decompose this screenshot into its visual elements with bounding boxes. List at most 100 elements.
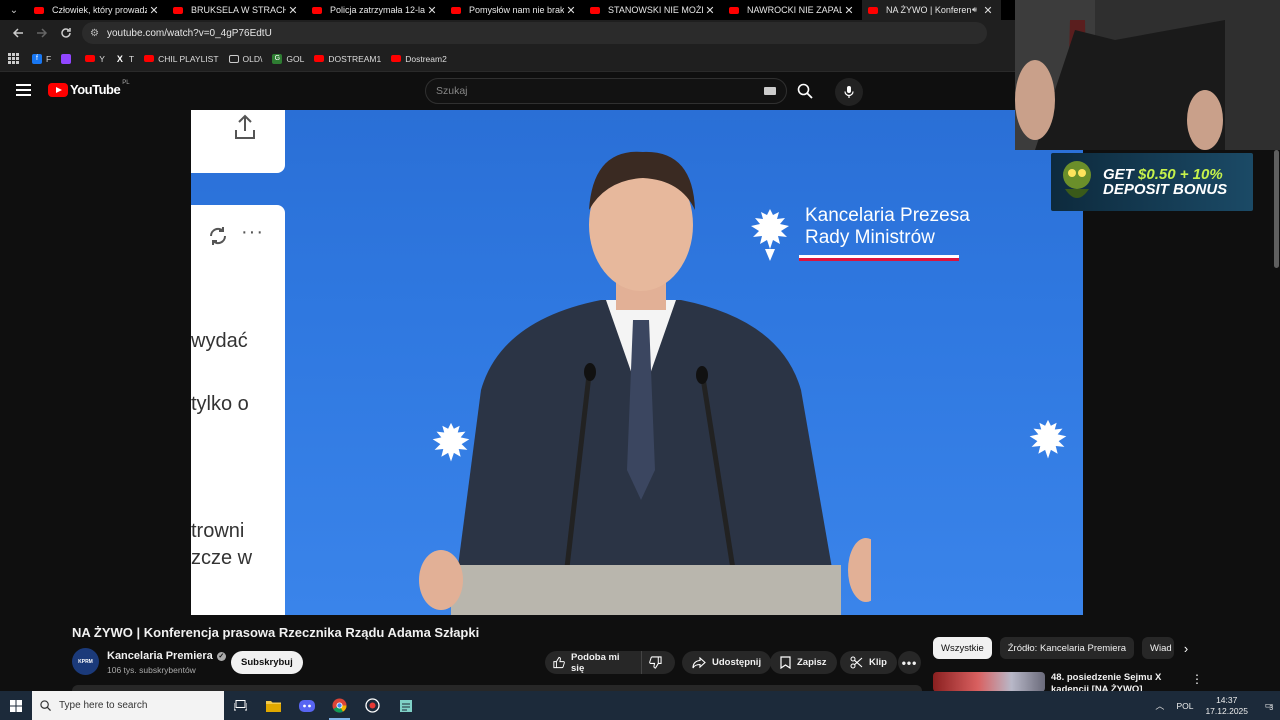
bookmark-dostream1[interactable]: DOSTREAM1: [314, 49, 381, 69]
clip-button[interactable]: Klip: [840, 651, 897, 674]
search-input[interactable]: Szukaj: [425, 78, 787, 104]
tab-close-icon[interactable]: ✕: [703, 4, 717, 17]
video-player[interactable]: ··· wydać tylko o trowni zcze w Kancelar…: [191, 110, 1083, 615]
microphone-icon: [844, 86, 854, 98]
bookmark-facebook[interactable]: fF: [32, 49, 51, 69]
more-vertical-icon[interactable]: ⋮: [1191, 672, 1203, 686]
youtube-logo[interactable]: YouTube PL: [48, 80, 130, 97]
youtube-icon: [85, 55, 96, 62]
youtube-masthead: YouTube PL Szukaj: [0, 73, 1015, 110]
youtube-play-icon: [48, 82, 68, 97]
voice-search-button[interactable]: [835, 78, 863, 106]
chrome-button[interactable]: [323, 691, 356, 720]
channel-name[interactable]: Kancelaria Premiera ✓: [107, 650, 226, 662]
filter-chips: Wszystkie Źródło: Kancelaria Premiera Wi…: [933, 637, 1182, 659]
back-button[interactable]: [6, 21, 30, 45]
page-scrollbar[interactable]: [1273, 150, 1280, 690]
browser-tab[interactable]: Policja zatrzymała 12-latk ✕: [306, 0, 445, 20]
url-field[interactable]: ⚙︎ youtube.com/watch?v=0_4gP76EdtU: [82, 22, 987, 44]
casino-promo-banner[interactable]: GET $0.50 + 10% DEPOSIT BONUS: [1051, 153, 1253, 211]
bookmark-dostream2[interactable]: Dostream2: [391, 49, 447, 69]
tab-close-icon[interactable]: ✕: [842, 4, 856, 17]
url-text: youtube.com/watch?v=0_4gP76EdtU: [106, 27, 272, 39]
arrow-right-icon: [37, 28, 48, 38]
youtube-favicon-icon: [590, 6, 600, 14]
save-button[interactable]: Zapisz: [770, 651, 837, 674]
notification-center-button[interactable]: ▭ 3: [1258, 691, 1280, 720]
recommended-video[interactable]: 48. posiedzenie Sejmu X kadencji [NA ŻYW…: [933, 670, 1203, 692]
bookmark-folder-old[interactable]: OLD\: [228, 49, 262, 69]
menu-icon[interactable]: [16, 84, 31, 96]
windows-logo-icon: [10, 699, 22, 712]
record-app-button[interactable]: [356, 691, 389, 720]
recommended-video-title[interactable]: 48. posiedzenie Sejmu X kadencji [NA ŻYW…: [1051, 672, 1181, 692]
address-bar: ⚙︎ youtube.com/watch?v=0_4gP76EdtU: [0, 20, 1015, 46]
notes-app-button[interactable]: [389, 691, 422, 720]
chip-all[interactable]: Wszystkie: [933, 637, 992, 659]
taskbar-search-input[interactable]: Type here to search: [32, 691, 224, 720]
video-thumbnail[interactable]: [933, 672, 1045, 692]
subscriber-count: 106 tys. subskrybentów: [107, 665, 196, 675]
youtube-icon: [314, 55, 325, 62]
speaker-figure: [419, 151, 871, 615]
bookmark-x[interactable]: XT: [115, 49, 134, 69]
file-explorer-button[interactable]: [257, 691, 290, 720]
chevron-up-icon[interactable]: ︿: [1155, 699, 1164, 712]
bookmarks-bar: fF Y XT CHIL PLAYLIST OLD\ G GOL DOSTREAM…: [0, 46, 1015, 72]
bookmark-youtube[interactable]: Y: [85, 49, 105, 69]
reload-button[interactable]: [54, 21, 78, 45]
g-icon: G: [272, 53, 283, 64]
bookmark-gol[interactable]: G GOL: [272, 49, 304, 69]
browser-tab[interactable]: BRUKSELA W STRACHU. W ✕: [167, 0, 306, 20]
browser-tab-active[interactable]: NA ŻYWO | Konferen 🔊︎ ✕: [862, 0, 1001, 20]
tab-close-icon[interactable]: ✕: [981, 4, 995, 17]
windows-taskbar: Type here to search ︿ POL 14:37 17.12.20…: [0, 691, 1280, 720]
input-language[interactable]: POL: [1176, 701, 1193, 711]
notification-count: 3: [1269, 705, 1274, 712]
clock[interactable]: 14:37 17.12.2025: [1205, 695, 1248, 717]
browser-tab[interactable]: Pomysłów nam nie braku ✕: [445, 0, 584, 20]
streamer-figure: [1015, 0, 1280, 150]
webcam-overlay: [1015, 0, 1280, 150]
folder-icon: [228, 54, 239, 63]
like-button[interactable]: Podoba mi się: [545, 651, 642, 674]
facebook-icon: f: [32, 53, 42, 64]
speaker-icon[interactable]: 🔊︎: [972, 5, 977, 15]
browser-tab[interactable]: STANOWSKI NIE MOŻE U ✕: [584, 0, 723, 20]
tab-close-icon[interactable]: ✕: [286, 4, 300, 17]
system-tray: ︿ POL 14:37 17.12.2025 ▭ 3: [1155, 691, 1280, 720]
apps-grid-icon[interactable]: [6, 52, 20, 66]
share-button[interactable]: Udostępnij: [682, 651, 772, 674]
subscribe-button[interactable]: Subskrybuj: [231, 651, 303, 674]
bookmark-twitch[interactable]: [61, 49, 75, 69]
tab-search-chevron-icon[interactable]: ⌄: [0, 0, 28, 20]
overlay-text: trowni: [191, 520, 245, 542]
tab-close-icon[interactable]: ✕: [564, 4, 578, 17]
forward-button[interactable]: [30, 21, 54, 45]
more-actions-button[interactable]: •••: [898, 651, 921, 674]
chevron-right-icon[interactable]: ›: [1178, 640, 1194, 656]
channel-avatar[interactable]: KPRM: [72, 648, 99, 675]
youtube-favicon-icon: [34, 6, 44, 14]
scrollbar-thumb[interactable]: [1274, 150, 1279, 268]
browser-tab[interactable]: NAWROCKI NIE ZAPALI C ✕: [723, 0, 862, 20]
discord-icon: [298, 699, 315, 712]
chip-source[interactable]: Źródło: Kancelaria Premiera: [999, 637, 1135, 659]
share-arrow-icon: [692, 656, 706, 668]
tab-close-icon[interactable]: ✕: [147, 4, 161, 17]
youtube-favicon-icon: [729, 6, 739, 14]
upload-icon: [235, 114, 255, 139]
tab-close-icon[interactable]: ✕: [425, 4, 439, 17]
dislike-button[interactable]: [642, 651, 675, 674]
chip-news[interactable]: Wiad: [1142, 637, 1175, 659]
discord-button[interactable]: [290, 691, 323, 720]
task-view-button[interactable]: [224, 691, 257, 720]
bookmark-chil-playlist[interactable]: CHIL PLAYLIST: [144, 49, 219, 69]
search-button[interactable]: [787, 78, 823, 104]
windows-start-button[interactable]: [0, 691, 32, 720]
browser-tab[interactable]: Człowiek, który prowadzi ✕: [28, 0, 167, 20]
overlay-text: wydać: [191, 330, 248, 352]
white-eagle-emblem-icon: [1029, 419, 1067, 459]
keyboard-icon[interactable]: [764, 87, 776, 95]
site-settings-icon[interactable]: ⚙︎: [90, 28, 99, 39]
